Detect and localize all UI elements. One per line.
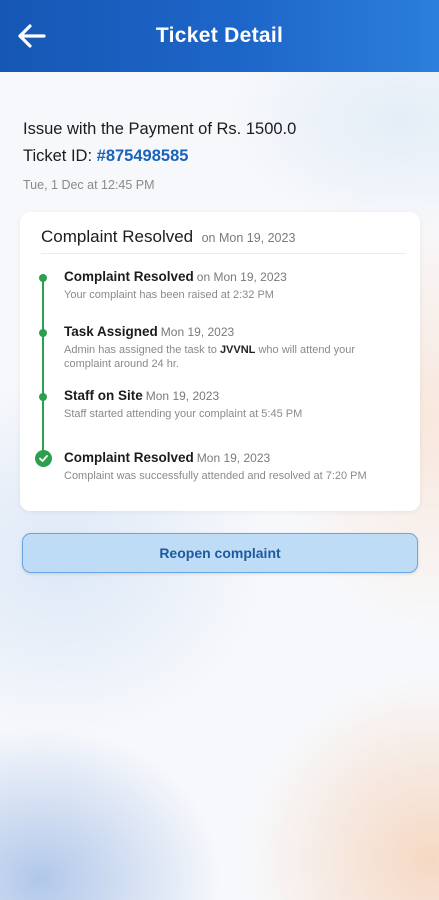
app-header: Ticket Detail: [0, 0, 439, 72]
issue-title: Issue with the Payment of Rs. 1500.0: [23, 120, 297, 138]
step-desc-bold: JVVNL: [219, 344, 256, 356]
status-heading: Complaint Resolved on Mon 19, 2023: [41, 227, 295, 247]
timeline-line: [42, 275, 44, 455]
arrow-left-icon[interactable]: [16, 22, 48, 50]
step-description: Your complaint has been raised at 2:32 P…: [64, 289, 274, 301]
timeline-step: Complaint Resolved Mon 19, 2023 Complaint…: [35, 450, 404, 483]
step-date: Mon 19, 2023: [160, 325, 235, 339]
ticket-id-value: #875498585: [96, 147, 189, 165]
step-title-text: Staff on Site: [64, 388, 143, 403]
page-title: Ticket Detail: [155, 24, 284, 47]
divider: [41, 253, 406, 254]
check-circle-icon: [35, 450, 52, 467]
step-title-text: Complaint Resolved: [64, 269, 194, 284]
timeline-dot-icon: [39, 393, 47, 401]
ticket-id-label: Ticket ID:: [23, 147, 93, 165]
ticket-date: Tue, 1 Dec at 12:45 PM: [23, 178, 155, 192]
step-description: Admin has assigned the task to JVVNL who…: [64, 343, 404, 371]
step-title: Complaint Resolved Mon 19, 2023: [64, 450, 404, 465]
main-content: Issue with the Payment of Rs. 1500.0 Tic…: [0, 0, 439, 900]
timeline-dot-icon: [39, 329, 47, 337]
status-date: on Mon 19, 2023: [201, 231, 296, 245]
timeline-dot-icon: [39, 274, 47, 282]
step-desc-part: Admin has assigned the task to: [64, 344, 220, 356]
step-date: on Mon 19, 2023: [196, 270, 287, 284]
step-description: Staff started attending your complaint a…: [64, 408, 303, 420]
timeline-step: Task Assigned Mon 19, 2023 Admin has assi…: [39, 324, 404, 371]
step-title: Complaint Resolved on Mon 19, 2023: [64, 269, 404, 284]
step-title-text: Complaint Resolved: [64, 450, 194, 465]
step-date: Mon 19, 2023: [196, 451, 271, 465]
step-description: Complaint was successfully attended and …: [64, 470, 367, 482]
ticket-id-row: Ticket ID: #875498585: [23, 147, 188, 166]
step-title-text: Task Assigned: [64, 324, 158, 339]
step-title: Task Assigned Mon 19, 2023: [64, 324, 404, 339]
timeline-step: Complaint Resolved on Mon 19, 2023 Your c…: [39, 269, 404, 302]
step-date: Mon 19, 2023: [145, 389, 220, 403]
step-title: Staff on Site Mon 19, 2023: [64, 388, 404, 403]
status-label: Complaint Resolved: [41, 227, 194, 246]
reopen-complaint-button[interactable]: Reopen complaint: [22, 533, 418, 573]
status-card: Complaint Resolved on Mon 19, 2023 Compl…: [20, 212, 420, 511]
timeline-step: Staff on Site Mon 19, 2023 Staff started …: [39, 388, 404, 421]
